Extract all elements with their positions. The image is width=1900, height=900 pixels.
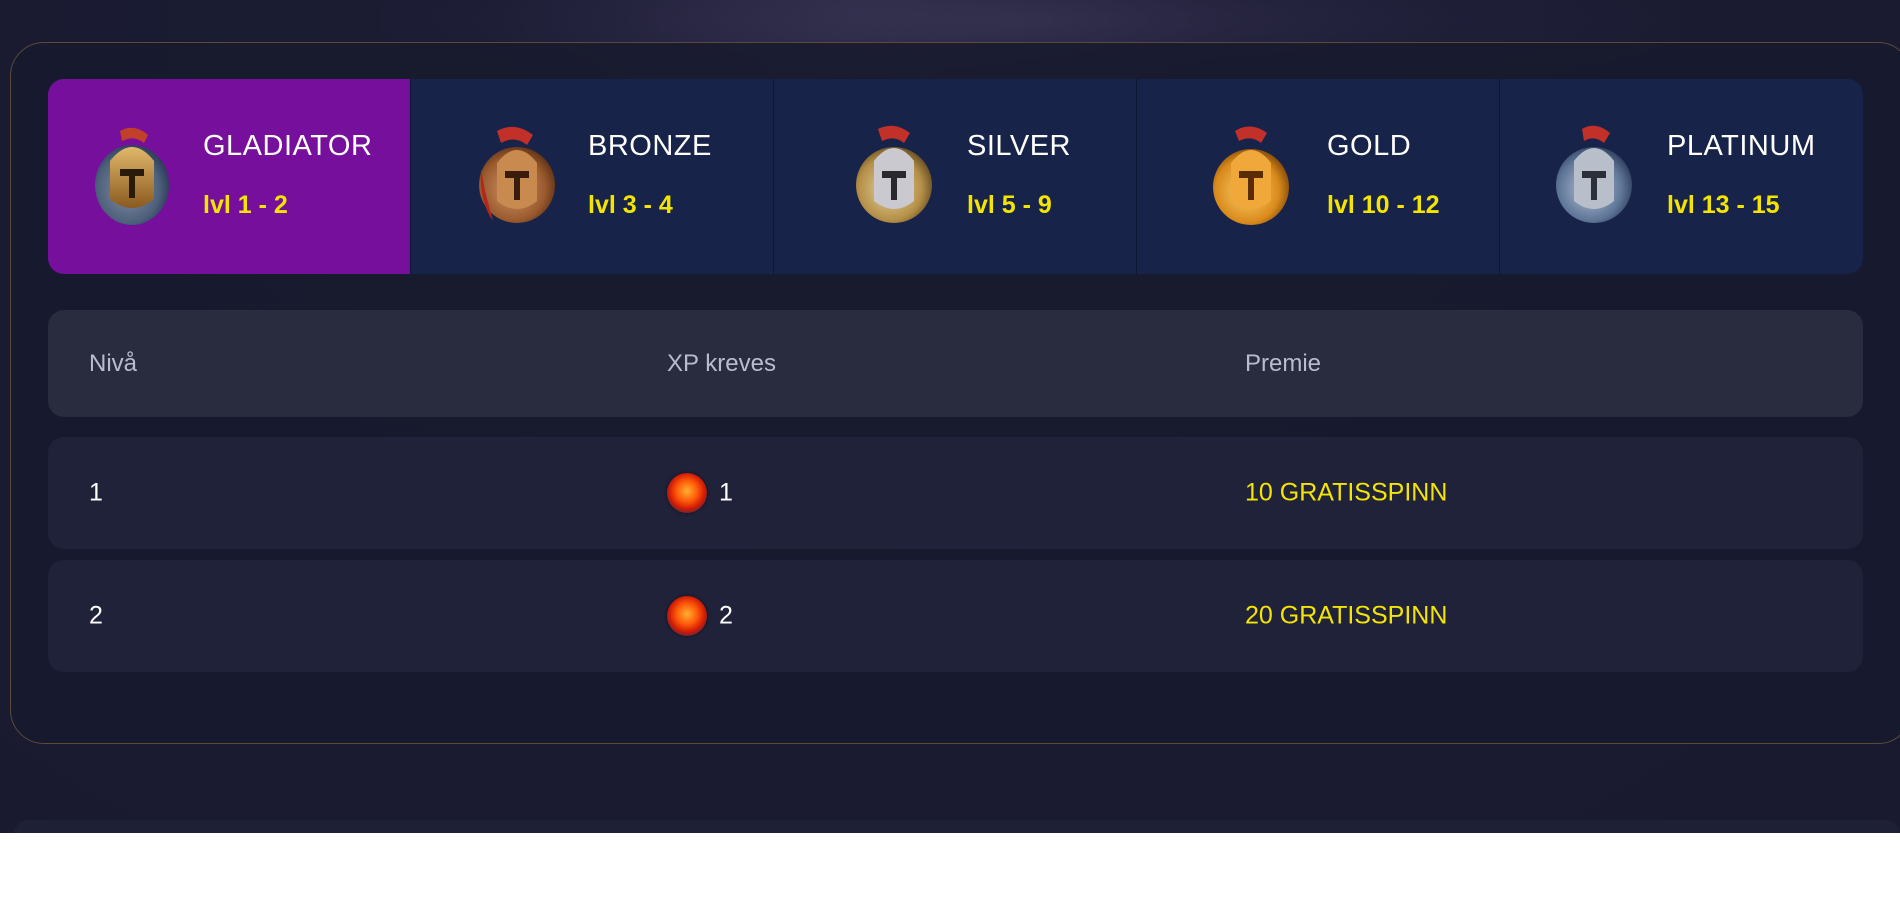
- row-prize: 10 GRATISSPINN: [1245, 478, 1448, 507]
- platinum-helmet-icon: [1556, 125, 1632, 223]
- tab-silver[interactable]: SILVER lvl 5 - 9: [774, 79, 1137, 274]
- gladiator-helmet-icon: [95, 127, 169, 225]
- tier-levels-silver: lvl 5 - 9: [967, 191, 1052, 219]
- row-xp: 1: [667, 473, 733, 513]
- row-xp-value: 1: [719, 478, 733, 507]
- xp-orb-icon: [667, 596, 707, 636]
- tier-name-gladiator: GLADIATOR: [203, 130, 373, 162]
- tier-name-platinum: PLATINUM: [1667, 130, 1816, 162]
- gold-helmet-icon: [1213, 126, 1289, 225]
- tier-levels-bronze: lvl 3 - 4: [588, 191, 673, 219]
- tier-name-silver: SILVER: [967, 130, 1072, 162]
- row-level: 2: [89, 601, 103, 630]
- tab-bronze[interactable]: BRONZE lvl 3 - 4: [411, 79, 774, 274]
- bronze-helmet-icon: [479, 126, 555, 223]
- tier-name-bronze: BRONZE: [588, 130, 712, 162]
- tier-levels-platinum: lvl 13 - 15: [1667, 191, 1780, 219]
- header-level: Nivå: [89, 349, 138, 377]
- header-xp: XP kreves: [667, 349, 776, 377]
- header-prize: Premie: [1245, 349, 1322, 377]
- xp-orb-icon: [667, 473, 707, 513]
- table-row: 1 1 10 GRATISSPINN: [48, 437, 1863, 549]
- table-row: 2 2 20 GRATISSPINN: [48, 560, 1863, 672]
- row-level: 1: [89, 478, 103, 507]
- tab-gladiator[interactable]: GLADIATOR lvl 1 - 2: [48, 79, 411, 274]
- tab-platinum[interactable]: PLATINUM lvl 13 - 15: [1500, 79, 1863, 274]
- tab-gold[interactable]: GOLD lvl 10 - 12: [1137, 79, 1500, 274]
- next-section-edge: [14, 820, 1900, 833]
- row-xp: 2: [667, 596, 733, 636]
- tier-levels-gold: lvl 10 - 12: [1327, 191, 1440, 219]
- tier-name-gold: GOLD: [1327, 130, 1412, 162]
- silver-helmet-icon: [856, 125, 932, 223]
- row-xp-value: 2: [719, 601, 733, 630]
- tier-levels-gladiator: lvl 1 - 2: [203, 191, 288, 219]
- tier-tabs: GLADIATOR lvl 1 - 2 BRONZE lvl 3 - 4 SIL…: [48, 79, 1863, 274]
- levels-table-header: Nivå XP kreves Premie: [48, 310, 1863, 417]
- row-prize: 20 GRATISSPINN: [1245, 601, 1448, 630]
- page-viewport: GLADIATOR lvl 1 - 2 BRONZE lvl 3 - 4 SIL…: [0, 0, 1900, 833]
